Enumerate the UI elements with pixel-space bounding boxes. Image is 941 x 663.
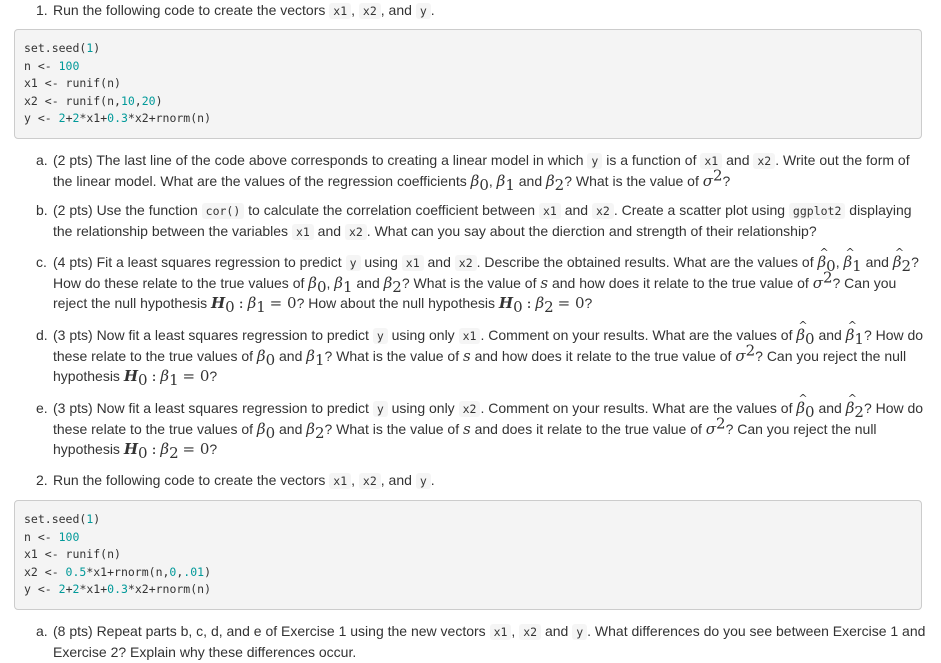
part-text: (4 pts) Fit a least squares regression t… bbox=[36, 243, 927, 314]
list-marker: a. bbox=[36, 152, 48, 168]
intro-text: Run the following code to create the vec… bbox=[53, 2, 326, 18]
code-block-exercise-1: set.seed(1) n <- 100 x1 <- runif(n) x2 <- r… bbox=[14, 29, 922, 139]
exercise-1-intro: 1. Run the following code to create the … bbox=[36, 2, 435, 19]
code-line: n <- 100 bbox=[24, 58, 80, 73]
code-line: x2 <- runif(n,10,20) bbox=[24, 93, 163, 108]
list-marker: b. bbox=[36, 202, 48, 218]
part-text: (8 pts) Repeat parts b, c, d, and e of E… bbox=[53, 623, 926, 660]
exercise-1-part-e: e. (3 pts) Now fit a least squares regre… bbox=[36, 389, 927, 460]
exercise-2-intro: 2. Run the following code to create the … bbox=[36, 472, 435, 489]
part-text: (3 pts) Now fit a least squares regressi… bbox=[36, 389, 927, 460]
code-line: x2 <- 0.5*x1+rnorm(n,0,.01) bbox=[24, 564, 212, 579]
exercise-1-part-c: c. (4 pts) Fit a least squares regressio… bbox=[36, 243, 927, 314]
code-block-exercise-2: set.seed(1) n <- 100 x1 <- runif(n) x2 <- 0… bbox=[14, 500, 922, 610]
inline-code: x2 bbox=[358, 3, 381, 19]
code-line: x1 <- runif(n) bbox=[24, 547, 121, 561]
exercise-1-part-b: b. (2 pts) Use the function cor() to cal… bbox=[36, 200, 927, 242]
exercise-2-part-a: a. (8 pts) Repeat parts b, c, d, and e o… bbox=[36, 621, 927, 662]
part-text: (2 pts) The last line of the code above … bbox=[53, 152, 910, 194]
inline-code: y bbox=[415, 473, 431, 489]
part-text: (2 pts) Use the function cor() to calcul… bbox=[53, 202, 912, 240]
list-marker: d. bbox=[36, 327, 48, 343]
code-line: y <- 2+2*x1+0.3*x2+rnorm(n) bbox=[24, 111, 212, 125]
code-line: y <- 2+2*x1+0.3*x2+rnorm(n) bbox=[24, 582, 212, 596]
exercise-1-part-a: a. (2 pts) The last line of the code abo… bbox=[36, 150, 927, 194]
code-line: set.seed(1) bbox=[24, 41, 101, 55]
code-line: x1 <- runif(n) bbox=[24, 76, 121, 90]
inline-code: x1 bbox=[329, 473, 352, 489]
inline-code: x1 bbox=[329, 3, 352, 19]
list-marker: c. bbox=[36, 254, 47, 270]
part-text: (3 pts) Now fit a least squares regressi… bbox=[36, 316, 927, 387]
code-line: n <- 100 bbox=[24, 529, 80, 544]
list-marker: 2. bbox=[36, 472, 48, 488]
code-line: set.seed(1) bbox=[24, 512, 101, 526]
list-marker: a. bbox=[36, 623, 48, 639]
intro-text: Run the following code to create the vec… bbox=[53, 472, 326, 488]
list-marker: e. bbox=[36, 400, 48, 416]
exercise-1-part-d: d. (3 pts) Now fit a least squares regre… bbox=[36, 316, 927, 387]
inline-code: x2 bbox=[358, 473, 381, 489]
inline-code: y bbox=[415, 3, 431, 19]
list-marker: 1. bbox=[36, 2, 48, 18]
